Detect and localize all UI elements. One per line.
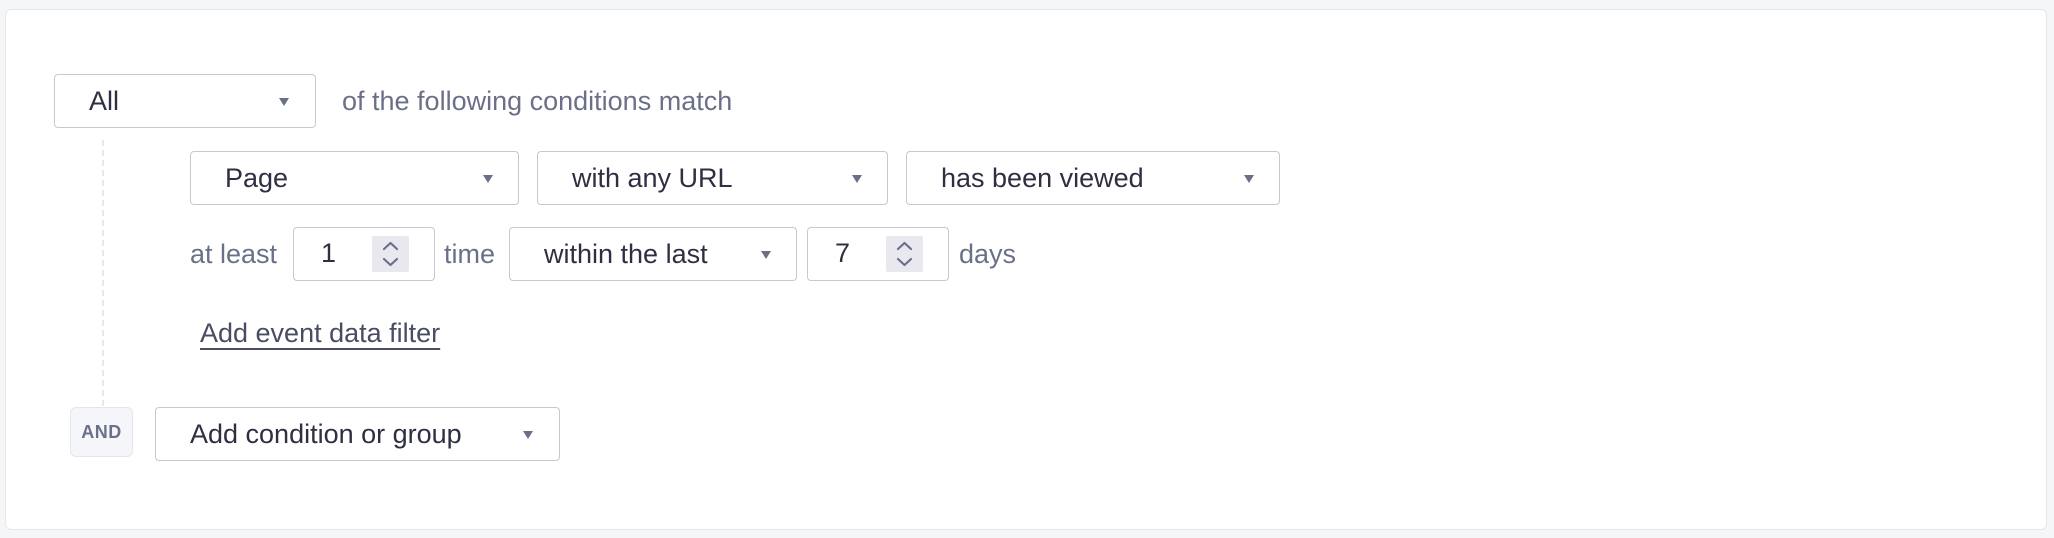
- spinner-icon[interactable]: [372, 236, 409, 272]
- timeframe-select[interactable]: within the last: [509, 227, 797, 281]
- condition-type-value: Page: [225, 162, 289, 193]
- count-input[interactable]: 1: [293, 227, 435, 281]
- match-type-value: All: [89, 85, 120, 116]
- caret-down-icon: [761, 251, 771, 259]
- caret-down-icon: [1244, 175, 1254, 183]
- add-condition-label: Add condition or group: [190, 418, 462, 449]
- timeframe-value: within the last: [544, 238, 708, 269]
- match-suffix-label: of the following conditions match: [342, 86, 733, 116]
- add-event-data-filter-link[interactable]: Add event data filter: [200, 318, 440, 349]
- period-unit-label: days: [959, 239, 1017, 269]
- condition-type-select[interactable]: Page: [190, 151, 519, 205]
- group-connector-line: [102, 140, 104, 406]
- match-type-select[interactable]: All: [54, 74, 316, 128]
- caret-down-icon: [279, 98, 289, 106]
- period-input[interactable]: 7: [807, 227, 949, 281]
- spinner-icon[interactable]: [886, 236, 923, 272]
- action-value: has been viewed: [941, 162, 1144, 193]
- caret-down-icon: [852, 175, 862, 183]
- caret-down-icon: [523, 431, 533, 439]
- url-filter-value: with any URL: [572, 162, 733, 193]
- period-value: 7: [835, 238, 851, 268]
- count-value: 1: [321, 238, 337, 268]
- count-unit-label: time: [444, 239, 496, 269]
- action-select[interactable]: has been viewed: [906, 151, 1280, 205]
- and-operator-badge: AND: [70, 407, 133, 457]
- frequency-prefix-label: at least: [190, 239, 278, 269]
- add-condition-select[interactable]: Add condition or group: [155, 407, 560, 461]
- url-filter-select[interactable]: with any URL: [537, 151, 888, 205]
- caret-down-icon: [483, 175, 493, 183]
